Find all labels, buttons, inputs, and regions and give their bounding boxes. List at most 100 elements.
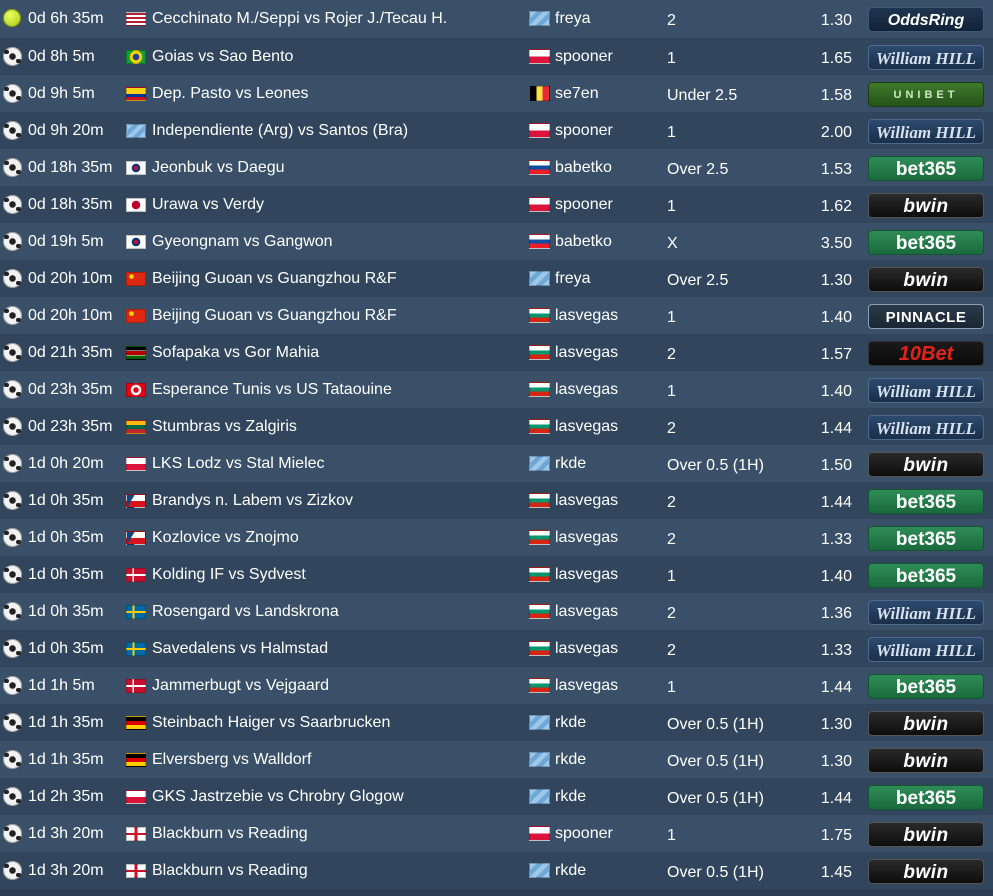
table-row[interactable]: 1d 0h 35m Rosengard vs Landskrona lasvegas…	[0, 593, 993, 630]
table-row[interactable]: 1d 3h 20m Blackburn vs Reading rkde Over 0.…	[0, 852, 993, 889]
tipster-link[interactable]: lasvegas	[555, 519, 618, 556]
bookmaker-logo-bwin[interactable]: bwin	[868, 267, 984, 292]
match-link[interactable]: Brandys n. Labem vs Zizkov	[152, 482, 353, 519]
table-row[interactable]: 0d 21h 35m Sofapaka vs Gor Mahia lasvegas 2…	[0, 334, 993, 371]
match-link[interactable]: Steinbach Haiger vs Saarbrucken	[152, 704, 390, 741]
table-row[interactable]: 0d 20h 10m Beijing Guoan vs Guangzhou R&F…	[0, 260, 993, 297]
table-row[interactable]: 1d 1h 5m Jammerbugt vs Vejgaard lasvegas 1 1…	[0, 667, 993, 704]
bookmaker-logo-bet365[interactable]: bet365	[868, 785, 984, 810]
tipster-link[interactable]: spooner	[555, 38, 613, 75]
match-link[interactable]: Urawa vs Verdy	[152, 186, 264, 223]
tipster-link[interactable]: lasvegas	[555, 630, 618, 667]
match-link[interactable]: Sofapaka vs Gor Mahia	[152, 334, 319, 371]
match-link[interactable]: LKS Lodz vs Stal Mielec	[152, 445, 325, 482]
table-row[interactable]: 0d 9h 20m Independiente (Arg) vs Santos (…	[0, 112, 993, 149]
bookmaker-logo-wh[interactable]: William HILL	[868, 600, 984, 625]
match-link[interactable]: Savedalens vs Halmstad	[152, 630, 328, 667]
table-row[interactable]: 0d 18h 35m Urawa vs Verdy spooner 1 1.62 bwin	[0, 186, 993, 223]
table-row[interactable]: 1d 2h 35m GKS Jastrzebie vs Chrobry Glogo…	[0, 778, 993, 815]
bookmaker-logo-bet365[interactable]: bet365	[868, 230, 984, 255]
match-link[interactable]: Stumbras vs Zalgiris	[152, 408, 297, 445]
bookmaker-logo-wh[interactable]: William HILL	[868, 637, 984, 662]
tipster-link[interactable]: spooner	[555, 112, 613, 149]
match-link[interactable]: Goias vs Sao Bento	[152, 38, 293, 75]
match-link[interactable]: Cecchinato M./Seppi vs Rojer J./Tecau H.	[152, 0, 447, 37]
table-row[interactable]: 0d 6h 35m Cecchinato M./Seppi vs Rojer J.…	[0, 0, 993, 38]
tipster-link[interactable]: rkde	[555, 741, 586, 778]
tipster-link[interactable]: rkde	[555, 852, 586, 889]
tipster-link[interactable]: lasvegas	[555, 593, 618, 630]
match-link[interactable]: Rosengard vs Landskrona	[152, 593, 339, 630]
country-flag-icon	[126, 753, 146, 767]
match-link[interactable]: Beijing Guoan vs Guangzhou R&F	[152, 297, 397, 334]
tipster-link[interactable]: babetko	[555, 223, 612, 260]
table-row[interactable]: 1d 0h 20m LKS Lodz vs Stal Mielec rkde Over…	[0, 445, 993, 482]
table-row[interactable]: 0d 18h 35m Jeonbuk vs Daegu babetko Over 2.…	[0, 149, 993, 186]
tipster-link[interactable]: freya	[555, 0, 591, 37]
table-row[interactable]: 1d 1h 35m Steinbach Haiger vs Saarbrucken…	[0, 704, 993, 741]
match-link[interactable]: Independiente (Arg) vs Santos (Bra)	[152, 112, 408, 149]
bookmaker-logo-unibet[interactable]: UNIBET	[868, 82, 984, 107]
table-row[interactable]: 0d 8h 5m Goias vs Sao Bento spooner 1 1.65 Wi…	[0, 38, 993, 75]
table-row[interactable]: 0d 23h 35m Stumbras vs Zalgiris lasvegas 2 1…	[0, 408, 993, 445]
bookmaker-logo-bwin[interactable]: bwin	[868, 822, 984, 847]
tipster-link[interactable]: lasvegas	[555, 334, 618, 371]
bookmaker-logo-wh[interactable]: William HILL	[868, 45, 984, 70]
bookmaker-logo-bwin[interactable]: bwin	[868, 748, 984, 773]
match-link[interactable]: GKS Jastrzebie vs Chrobry Glogow	[152, 778, 404, 815]
match-link[interactable]: Esperance Tunis vs US Tataouine	[152, 371, 392, 408]
tipster-link[interactable]: lasvegas	[555, 667, 618, 704]
match-link[interactable]: Elversberg vs Walldorf	[152, 741, 311, 778]
bookmaker-logo-bwin[interactable]: bwin	[868, 859, 984, 884]
odds: 1.44	[820, 494, 852, 511]
bookmaker-logo-10bet[interactable]: 10Bet	[868, 341, 984, 366]
table-row[interactable]: 0d 23h 35m Esperance Tunis vs US Tataouin…	[0, 371, 993, 408]
bookmaker-logo-bet365[interactable]: bet365	[868, 526, 984, 551]
table-row[interactable]: 1d 0h 35m Kolding IF vs Sydvest lasvegas 1 1…	[0, 556, 993, 593]
match-link[interactable]: Jammerbugt vs Vejgaard	[152, 667, 329, 704]
bookmaker-logo-bwin[interactable]: bwin	[868, 711, 984, 736]
tipster-link[interactable]: lasvegas	[555, 408, 618, 445]
tipster-link[interactable]: rkde	[555, 778, 586, 815]
tipster-link[interactable]: rkde	[555, 704, 586, 741]
table-row[interactable]: 1d 0h 35m Brandys n. Labem vs Zizkov lasve…	[0, 482, 993, 519]
tipster-link[interactable]: lasvegas	[555, 297, 618, 334]
bookmaker-logo-pinnacle[interactable]: PINNACLE	[868, 304, 984, 329]
bookmaker-logo-wh[interactable]: William HILL	[868, 415, 984, 440]
tipster-link[interactable]: rkde	[555, 445, 586, 482]
table-row[interactable]: 0d 19h 5m Gyeongnam vs Gangwon babetko X 3.5…	[0, 223, 993, 260]
match-link[interactable]: Blackburn vs Reading	[152, 852, 308, 889]
tipster-flag-icon	[529, 271, 550, 286]
bookmaker-logo-wh[interactable]: William HILL	[868, 119, 984, 144]
table-row[interactable]: 0d 9h 5m Dep. Pasto vs Leones se7en Under 2…	[0, 75, 993, 112]
bookmaker-logo-bet365[interactable]: bet365	[868, 156, 984, 181]
match-link[interactable]: Jeonbuk vs Daegu	[152, 149, 285, 186]
tipster-link[interactable]: spooner	[555, 186, 613, 223]
bookmaker-logo-bet365[interactable]: bet365	[868, 563, 984, 588]
tipster-link[interactable]: lasvegas	[555, 371, 618, 408]
match-link[interactable]: Beijing Guoan vs Guangzhou R&F	[152, 260, 397, 297]
match-link[interactable]: Kozlovice vs Znojmo	[152, 519, 299, 556]
bookmaker-logo-bwin[interactable]: bwin	[868, 452, 984, 477]
tipster-link[interactable]: spooner	[555, 815, 613, 852]
bookmaker-logo-bet365[interactable]: bet365	[868, 489, 984, 514]
match-link[interactable]: Dep. Pasto vs Leones	[152, 75, 309, 112]
tipster-link[interactable]: babetko	[555, 149, 612, 186]
bookmaker-logo-wh[interactable]: William HILL	[868, 378, 984, 403]
tipster-link[interactable]: se7en	[555, 75, 599, 112]
tipster-link[interactable]: lasvegas	[555, 556, 618, 593]
time-remaining: 1d 1h 35m	[28, 751, 104, 768]
table-row[interactable]: 0d 20h 10m Beijing Guoan vs Guangzhou R&F…	[0, 297, 993, 334]
table-row[interactable]: 1d 0h 35m Kozlovice vs Znojmo lasvegas 2 1.3…	[0, 519, 993, 556]
match-link[interactable]: Blackburn vs Reading	[152, 815, 308, 852]
bookmaker-logo-oddsring[interactable]: OddsRing	[868, 7, 984, 32]
table-row[interactable]: 1d 1h 35m Elversberg vs Walldorf rkde Over …	[0, 741, 993, 778]
table-row[interactable]: 1d 3h 20m Blackburn vs Reading spooner 1 1.7…	[0, 815, 993, 852]
match-link[interactable]: Kolding IF vs Sydvest	[152, 556, 306, 593]
bookmaker-logo-bet365[interactable]: bet365	[868, 674, 984, 699]
table-row[interactable]: 1d 0h 35m Savedalens vs Halmstad lasvegas 2…	[0, 630, 993, 667]
bookmaker-logo-bwin[interactable]: bwin	[868, 193, 984, 218]
tipster-link[interactable]: freya	[555, 260, 591, 297]
tipster-link[interactable]: lasvegas	[555, 482, 618, 519]
match-link[interactable]: Gyeongnam vs Gangwon	[152, 223, 333, 260]
